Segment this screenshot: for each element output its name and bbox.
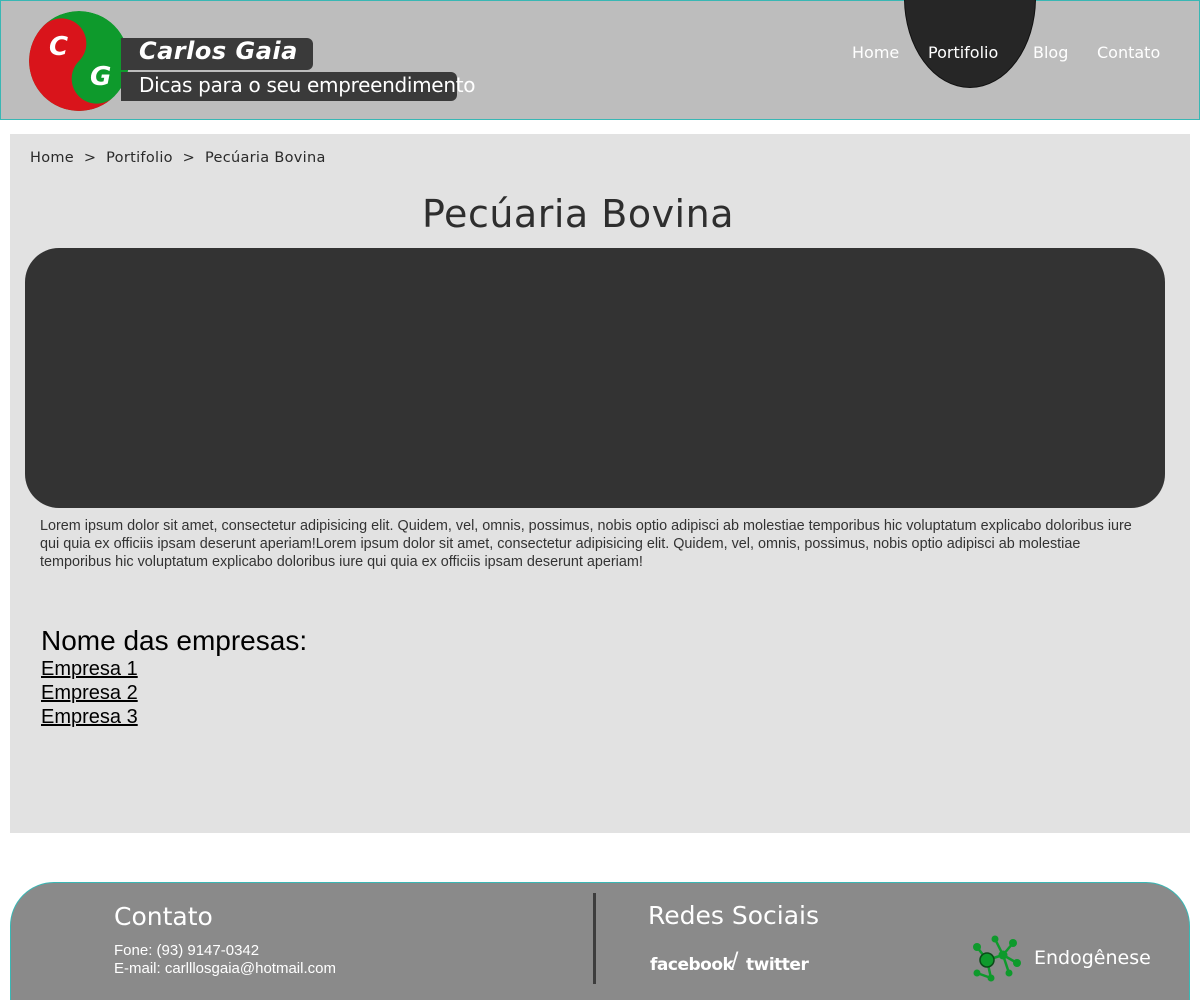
credit-label[interactable]: Endogênese — [1034, 947, 1151, 969]
molecule-icon[interactable] — [969, 933, 1023, 983]
tagline: Dicas para o seu empreendimento — [139, 73, 476, 97]
site-header: C G Carlos Gaia Dicas para o seu empreen… — [0, 0, 1200, 120]
footer-phone: Fone: (93) 9147-0342 — [114, 942, 260, 959]
content-panel: Home > Portifolio > Pecúaria Bovina Pecú… — [10, 134, 1190, 833]
site-footer: Contato Fone: (93) 9147-0342 E-mail: car… — [10, 882, 1190, 1000]
footer-email[interactable]: E-mail: carlllosgaia@hotmail.com — [114, 960, 336, 977]
footer-contact-heading: Contato — [114, 902, 213, 931]
nav-item-blog[interactable]: Blog — [1033, 43, 1068, 62]
footer-social-heading: Redes Sociais — [648, 901, 819, 930]
companies-heading: Nome das empresas: — [41, 625, 308, 656]
breadcrumb: Home > Portifolio > Pecúaria Bovina — [30, 150, 326, 166]
brand-name[interactable]: Carlos Gaia — [139, 37, 298, 65]
breadcrumb-portifolio[interactable]: Portifolio — [106, 150, 173, 166]
breadcrumb-separator: > — [177, 150, 201, 166]
company-link[interactable]: Empresa 1 — [41, 658, 138, 681]
hero-banner — [25, 248, 1165, 508]
logo-yin-yang-graphic: C G — [29, 11, 129, 111]
nav-item-contato[interactable]: Contato — [1097, 43, 1160, 62]
page-title: Pecúaria Bovina — [422, 192, 734, 236]
breadcrumb-home[interactable]: Home — [30, 150, 74, 166]
nav-item-portifolio[interactable]: Portifolio — [928, 43, 998, 62]
logo-letter-g: G — [90, 62, 111, 92]
twitter-link[interactable]: twitter — [746, 955, 809, 975]
body-text: Lorem ipsum dolor sit amet, consectetur … — [40, 518, 1132, 570]
logo-icon[interactable]: C G — [29, 11, 129, 111]
breadcrumb-current: Pecúaria Bovina — [204, 150, 326, 166]
footer-divider — [593, 893, 596, 984]
breadcrumb-separator: > — [78, 150, 102, 166]
company-link[interactable]: Empresa 2 — [41, 682, 138, 705]
logo-letter-c: C — [49, 32, 68, 62]
social-separator: / — [731, 949, 739, 974]
facebook-link[interactable]: facebook — [650, 955, 734, 975]
nav-item-home[interactable]: Home — [852, 43, 899, 62]
company-link[interactable]: Empresa 3 — [41, 706, 138, 729]
